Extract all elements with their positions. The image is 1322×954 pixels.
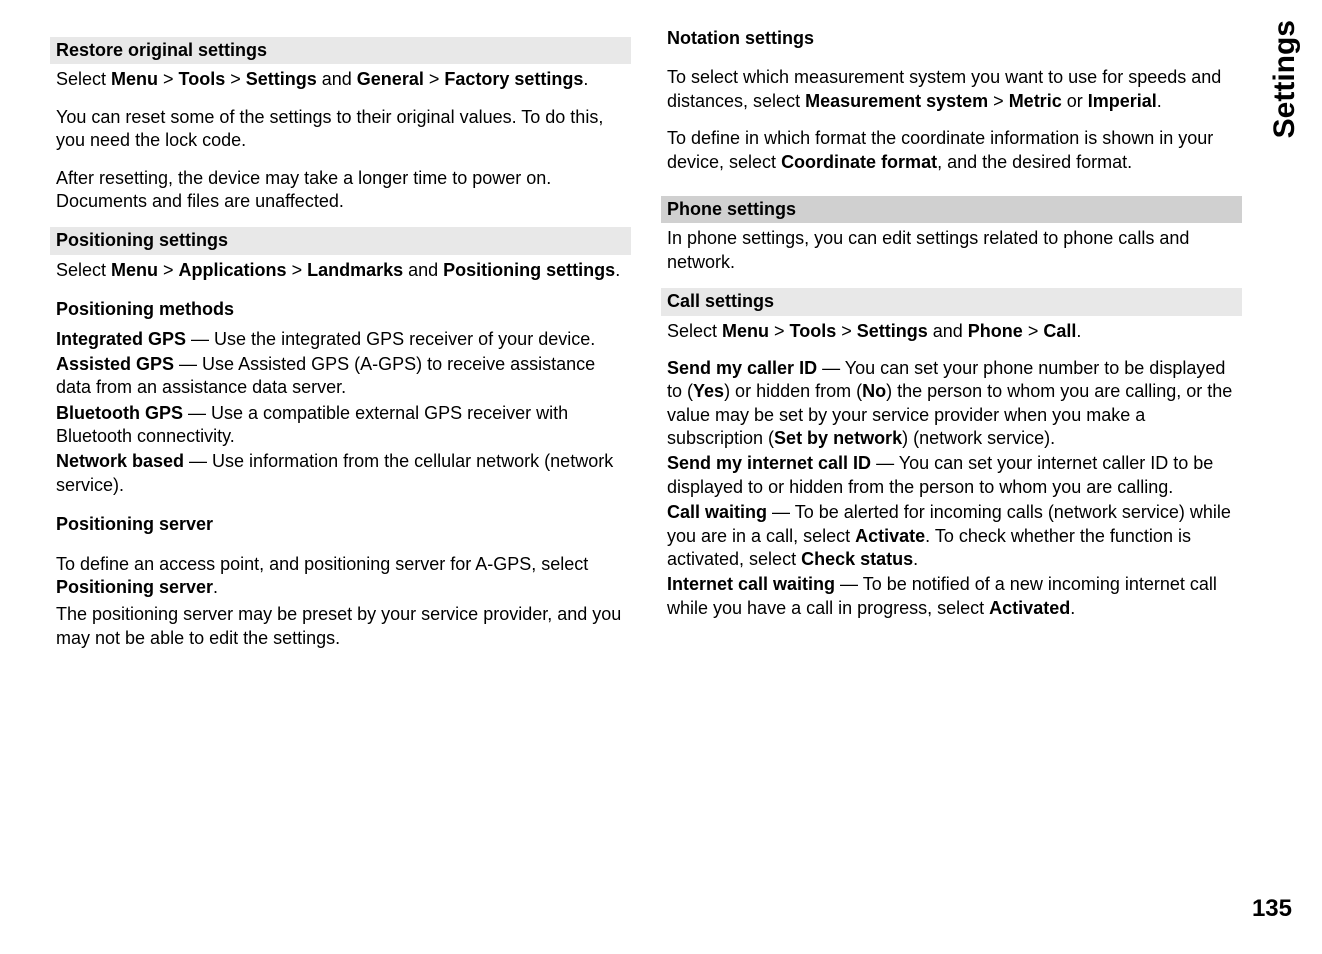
assisted-gps-item: Assisted GPS — Use Assisted GPS (A-GPS) …	[50, 353, 631, 400]
left-column: Restore original settings Select Menu > …	[50, 25, 631, 664]
positioning-server-text1: To define an access point, and positioni…	[50, 553, 631, 600]
restore-select-path: Select Menu > Tools > Settings and Gener…	[50, 68, 631, 91]
internet-call-waiting-item: Internet call waiting — To be notified o…	[661, 573, 1242, 620]
notation-coordinate-text: To define in which format the coordinate…	[661, 127, 1242, 174]
two-column-layout: Restore original settings Select Menu > …	[50, 25, 1242, 664]
restore-after-text: After resetting, the device may take a l…	[50, 167, 631, 214]
page-number: 135	[1252, 893, 1292, 924]
bluetooth-gps-item: Bluetooth GPS — Use a compatible externa…	[50, 402, 631, 449]
positioning-select-path: Select Menu > Applications > Landmarks a…	[50, 259, 631, 282]
send-caller-id-item: Send my caller ID — You can set your pho…	[661, 357, 1242, 451]
positioning-server-heading: Positioning server	[50, 511, 631, 538]
phone-settings-heading: Phone settings	[661, 196, 1242, 223]
restore-settings-heading: Restore original settings	[50, 37, 631, 64]
right-column: Notation settings To select which measur…	[661, 25, 1242, 664]
network-based-item: Network based — Use information from the…	[50, 450, 631, 497]
phone-settings-text: In phone settings, you can edit settings…	[661, 227, 1242, 274]
send-internet-call-id-item: Send my internet call ID — You can set y…	[661, 452, 1242, 499]
positioning-settings-heading: Positioning settings	[50, 227, 631, 254]
positioning-methods-heading: Positioning methods	[50, 296, 631, 323]
restore-lockcode-text: You can reset some of the settings to th…	[50, 106, 631, 153]
call-settings-heading: Call settings	[661, 288, 1242, 315]
positioning-server-text2: The positioning server may be preset by …	[50, 603, 631, 650]
side-chapter-label: Settings	[1265, 20, 1304, 138]
notation-settings-heading: Notation settings	[661, 25, 1242, 52]
notation-measurement-text: To select which measurement system you w…	[661, 66, 1242, 113]
call-select-path: Select Menu > Tools > Settings and Phone…	[661, 320, 1242, 343]
call-waiting-item: Call waiting — To be alerted for incomin…	[661, 501, 1242, 571]
integrated-gps-item: Integrated GPS — Use the integrated GPS …	[50, 328, 631, 351]
